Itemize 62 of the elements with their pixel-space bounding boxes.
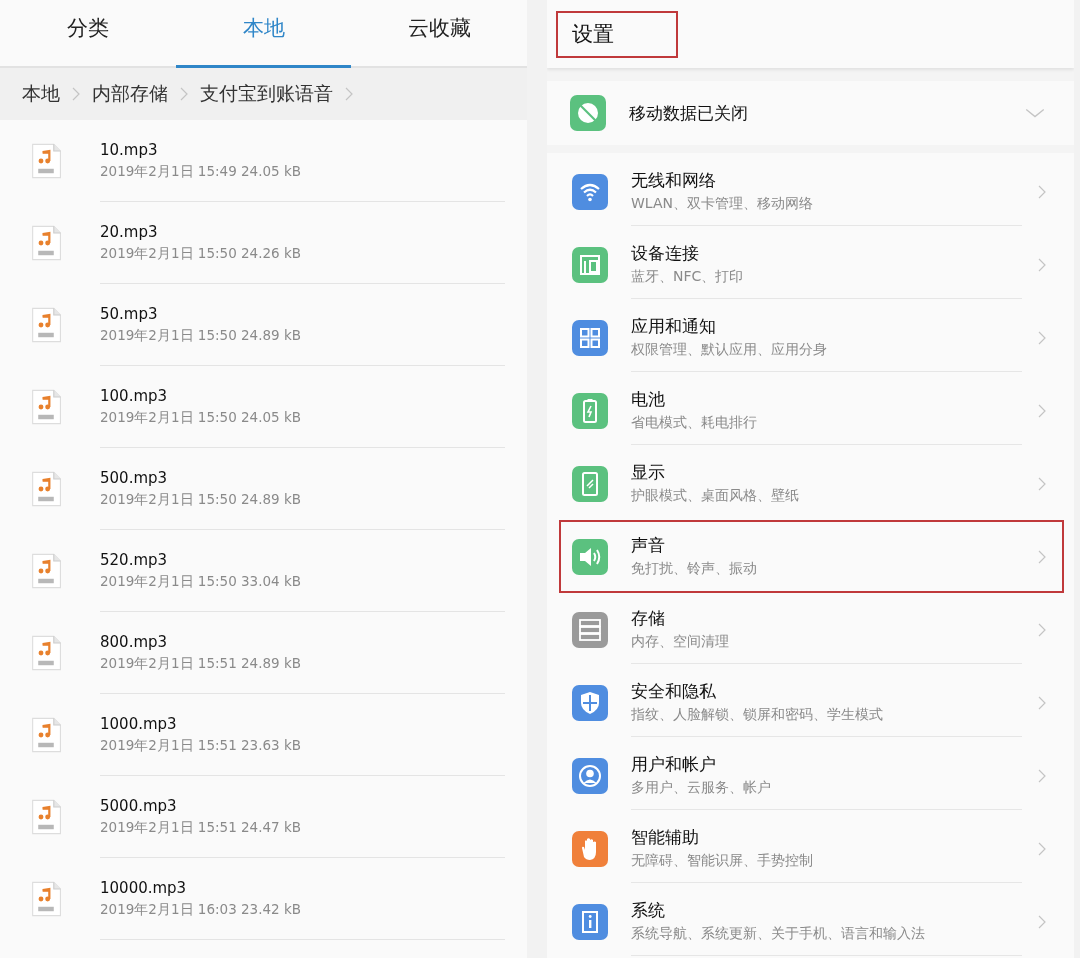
item-subtitle: 多用户、云服务、帐户 xyxy=(631,779,771,797)
item-subtitle: 护眼模式、桌面风格、壁纸 xyxy=(631,487,799,505)
settings-item[interactable]: 用户和帐户 多用户、云服务、帐户 xyxy=(559,739,1064,812)
settings-item[interactable]: 电池 省电模式、耗电排行 xyxy=(559,374,1064,447)
file-name[interactable]: 10.mp3 xyxy=(100,140,158,159)
item-title: 无线和网络 xyxy=(631,169,716,192)
file-name[interactable]: 800.mp3 xyxy=(100,632,168,651)
file-details: 2019年2月1日 15:51 24.47 kB xyxy=(100,818,302,837)
settings-item[interactable]: 系统 系统导航、系统更新、关于手机、语言和输入法 xyxy=(559,885,1064,958)
file-name[interactable]: 100.mp3 xyxy=(100,386,168,405)
file-name[interactable]: 50.mp3 xyxy=(100,304,158,323)
breadcrumb-item[interactable]: 本地 xyxy=(22,81,60,107)
item-subtitle: 权限管理、默认应用、应用分身 xyxy=(631,341,827,359)
item-title: 智能辅助 xyxy=(631,826,699,849)
settings-item[interactable]: 应用和通知 权限管理、默认应用、应用分身 xyxy=(559,301,1064,374)
item-title: 用户和帐户 xyxy=(631,753,716,776)
item-subtitle: 系统导航、系统更新、关于手机、语言和输入法 xyxy=(631,925,925,943)
file-details: 2019年2月1日 15:50 24.05 kB xyxy=(100,408,302,427)
file-name[interactable]: 520.mp3 xyxy=(100,550,168,569)
item-title: 电池 xyxy=(631,388,665,411)
file-details: 2019年2月1日 15:51 24.89 kB xyxy=(100,654,302,673)
file-name[interactable]: 20.mp3 xyxy=(100,222,158,241)
file-details: 2019年2月1日 16:03 23.42 kB xyxy=(100,900,302,919)
item-title: 存储 xyxy=(631,607,665,630)
file-details: 2019年2月1日 15:49 24.05 kB xyxy=(100,162,302,181)
settings-item[interactable]: 存储 内存、空间清理 xyxy=(559,593,1064,666)
breadcrumb-item[interactable]: 内部存储 xyxy=(92,81,168,107)
item-title: 声音 xyxy=(631,534,665,557)
file-details: 2019年2月1日 15:50 33.04 kB xyxy=(100,572,302,591)
file-name[interactable]: 500.mp3 xyxy=(100,468,168,487)
item-title: 显示 xyxy=(631,461,665,484)
chevron-down-icon xyxy=(1024,106,1046,120)
breadcrumb-item[interactable]: 支付宝到账语音 xyxy=(200,81,333,107)
item-title: 设备连接 xyxy=(631,242,699,265)
file-details: 2019年2月1日 15:50 24.26 kB xyxy=(100,244,302,263)
item-title: 应用和通知 xyxy=(631,315,716,338)
settings-item[interactable]: 无线和网络 WLAN、双卡管理、移动网络 xyxy=(559,155,1064,228)
file-name[interactable]: 10000.mp3 xyxy=(100,878,187,897)
item-subtitle: WLAN、双卡管理、移动网络 xyxy=(631,195,813,213)
page-title: 设置 xyxy=(556,10,678,58)
item-subtitle: 省电模式、耗电排行 xyxy=(631,414,757,432)
item-subtitle: 内存、空间清理 xyxy=(631,633,729,651)
item-title: 安全和隐私 xyxy=(631,680,716,703)
item-subtitle: 蓝牙、NFC、打印 xyxy=(631,268,744,286)
item-subtitle: 无障碍、智能识屏、手势控制 xyxy=(631,852,813,870)
file-details: 2019年2月1日 15:51 23.63 kB xyxy=(100,736,302,755)
file-name[interactable]: 1000.mp3 xyxy=(100,714,177,733)
mobile-data-bar[interactable]: 移动数据已关闭 xyxy=(547,81,1074,145)
tab[interactable]: 云收藏 xyxy=(351,0,527,66)
settings-item[interactable]: 显示 护眼模式、桌面风格、壁纸 xyxy=(559,447,1064,520)
file-details: 2019年2月1日 15:50 24.89 kB xyxy=(100,326,302,345)
item-subtitle: 免打扰、铃声、振动 xyxy=(631,560,757,578)
item-subtitle: 指纹、人脸解锁、锁屏和密码、学生模式 xyxy=(631,706,883,724)
file-details: 2019年2月1日 15:50 24.89 kB xyxy=(100,490,302,509)
item-title: 系统 xyxy=(631,899,665,922)
mobile-data-label: 移动数据已关闭 xyxy=(629,101,749,125)
settings-item[interactable]: 设备连接 蓝牙、NFC、打印 xyxy=(559,228,1064,301)
settings-item[interactable]: 安全和隐私 指纹、人脸解锁、锁屏和密码、学生模式 xyxy=(559,666,1064,739)
file-name[interactable]: 5000.mp3 xyxy=(100,796,177,815)
settings-item[interactable]: 声音 免打扰、铃声、振动 xyxy=(559,520,1064,593)
settings-item[interactable]: 智能辅助 无障碍、智能识屏、手势控制 xyxy=(559,812,1064,885)
tab[interactable]: 分类 xyxy=(0,0,176,66)
